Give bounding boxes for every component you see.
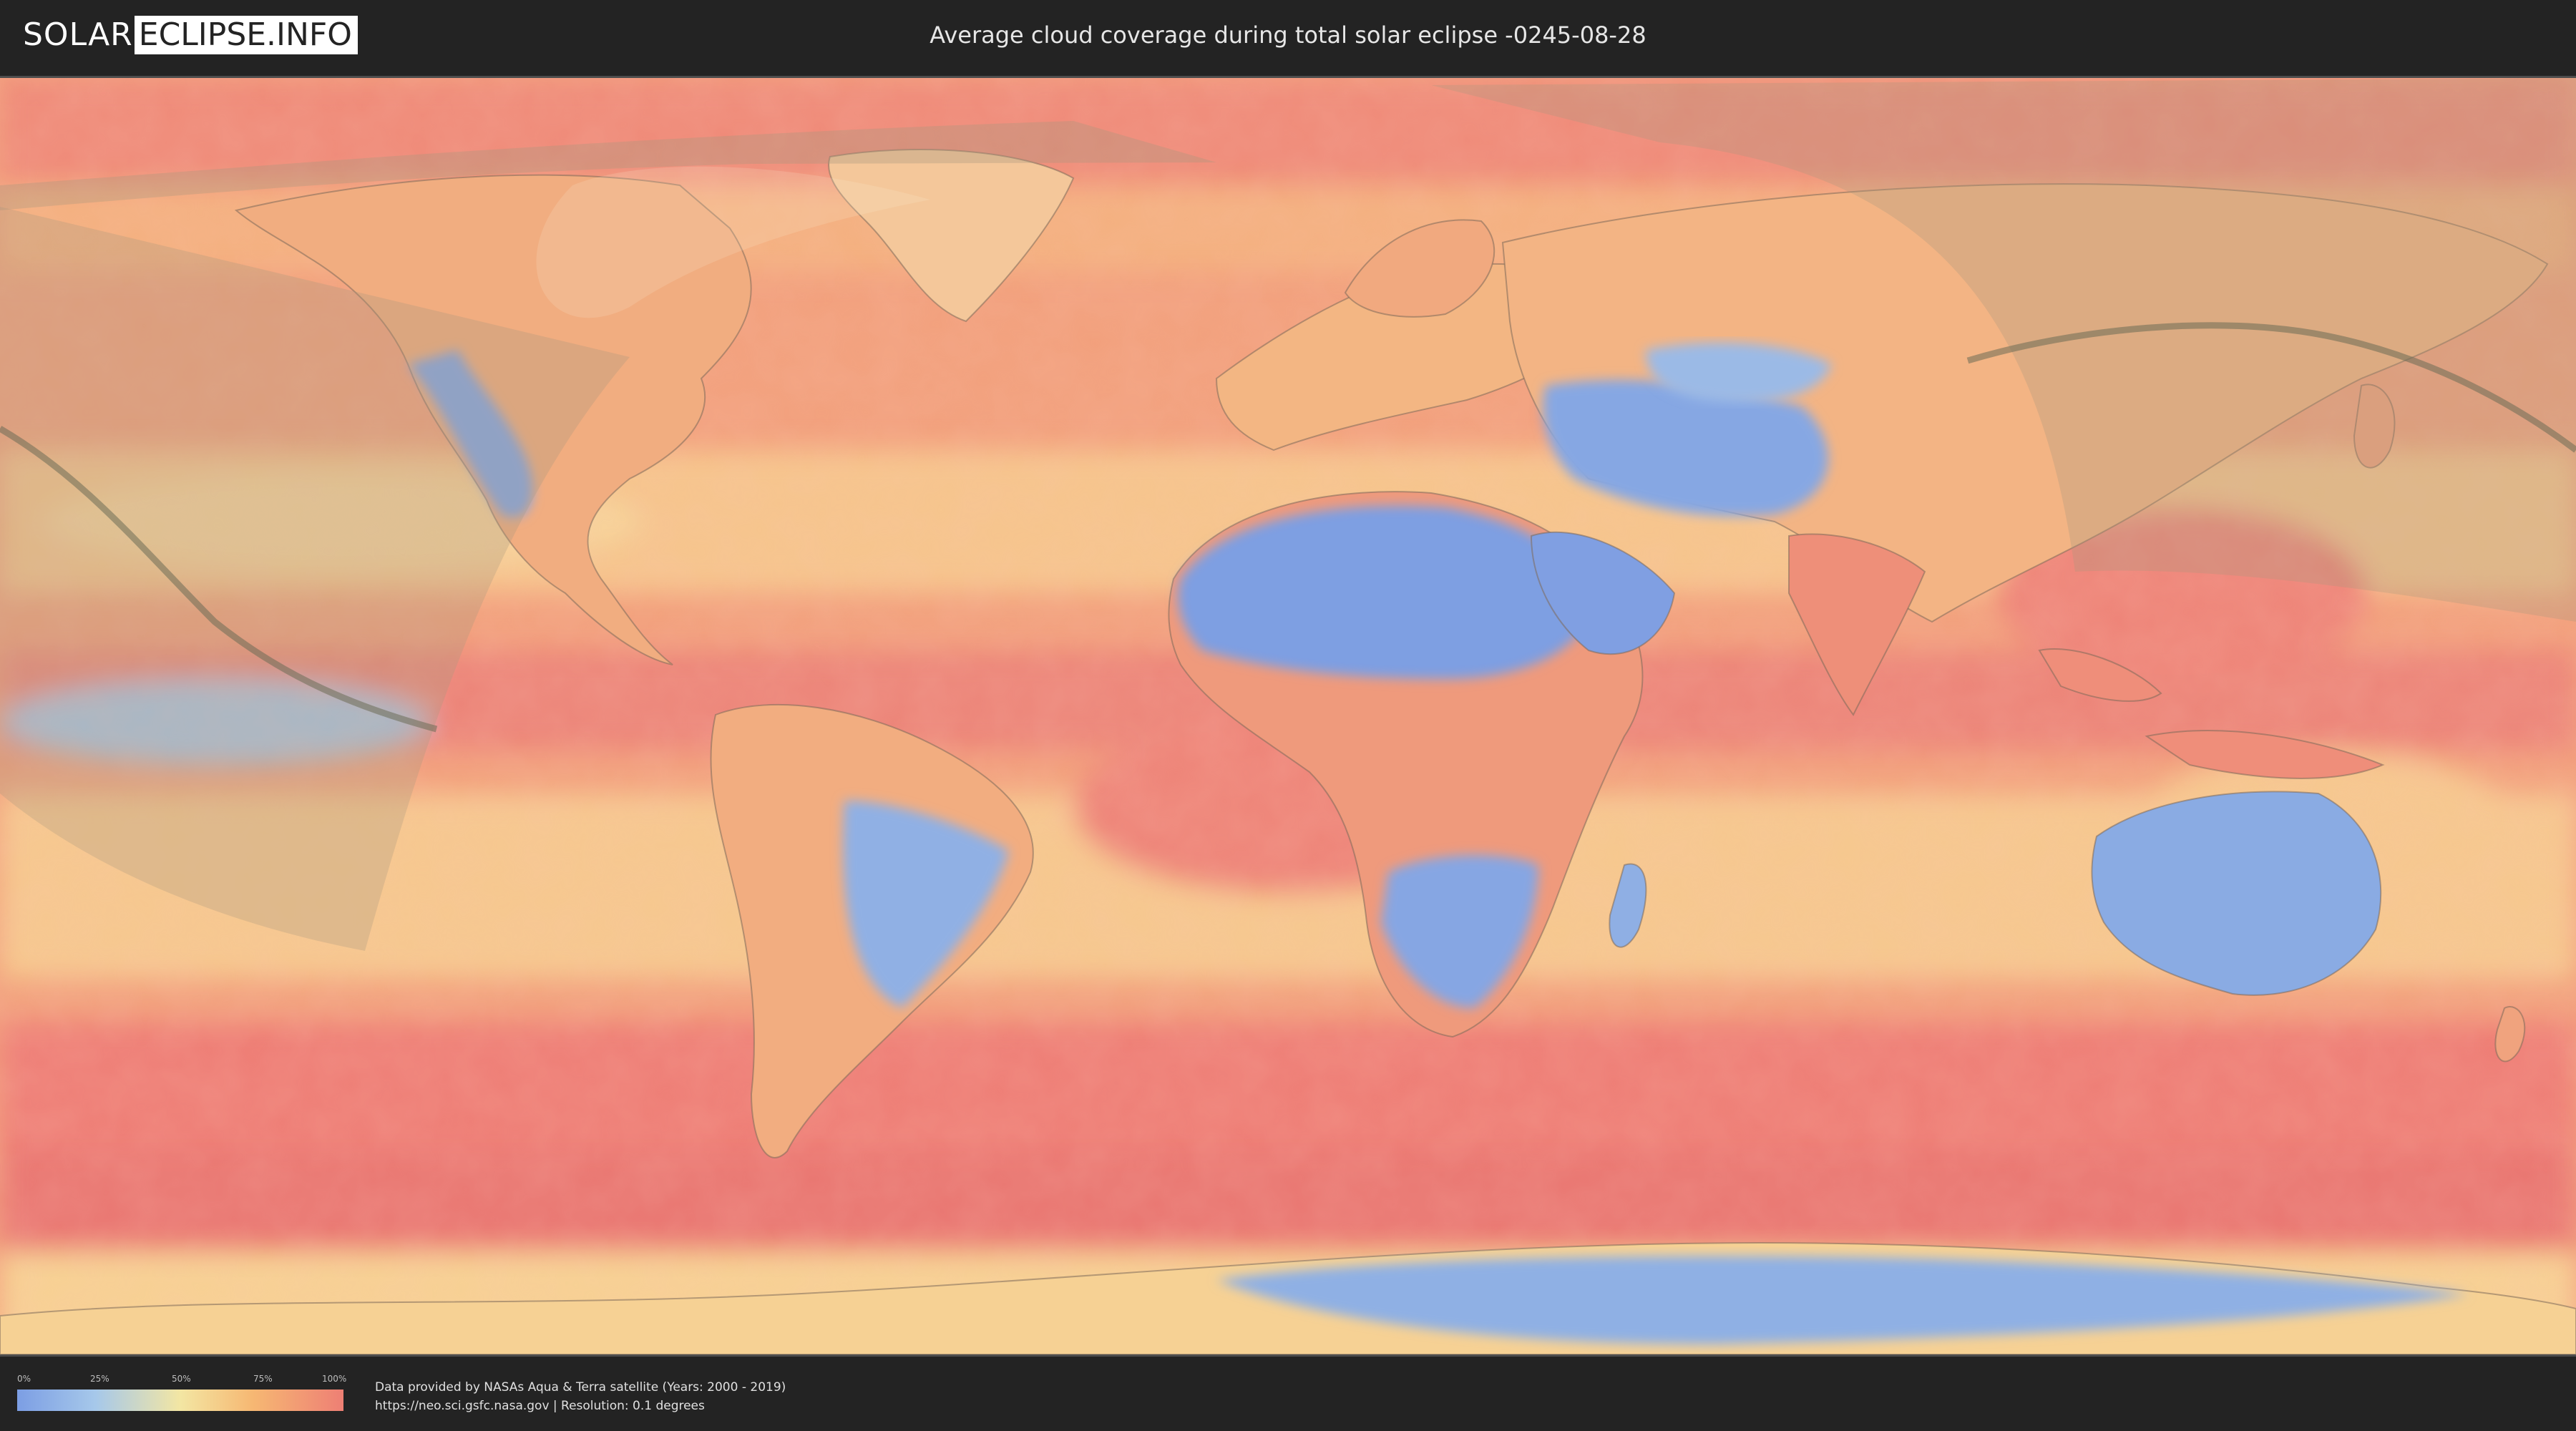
legend-tick-50: 50%: [172, 1374, 191, 1384]
cloud-coverage-map: [0, 76, 2576, 1357]
header-bar: SOLAR ECLIPSE.INFO Average cloud coverag…: [0, 0, 2576, 74]
footer-bar: 0% 25% 50% 75% 100% Data provided by NAS…: [0, 1358, 2576, 1431]
world-map-svg: [0, 78, 2576, 1354]
legend-tick-0: 0%: [17, 1374, 31, 1384]
legend-ticks: 0% 25% 50% 75% 100%: [17, 1374, 347, 1388]
data-credit: Data provided by NASAs Aqua & Terra sate…: [375, 1378, 786, 1415]
credit-line-url[interactable]: https://neo.sci.gsfc.nasa.gov | Resoluti…: [375, 1397, 786, 1415]
page-title: Average cloud coverage during total sola…: [930, 21, 1646, 49]
legend-gradient-bar: [17, 1390, 343, 1411]
credit-line-source: Data provided by NASAs Aqua & Terra sate…: [375, 1380, 786, 1395]
legend-tick-75: 75%: [253, 1374, 273, 1384]
cloud-coverage-legend: 0% 25% 50% 75% 100%: [17, 1374, 347, 1411]
legend-tick-25: 25%: [90, 1374, 109, 1384]
legend-tick-100: 100%: [322, 1374, 347, 1384]
